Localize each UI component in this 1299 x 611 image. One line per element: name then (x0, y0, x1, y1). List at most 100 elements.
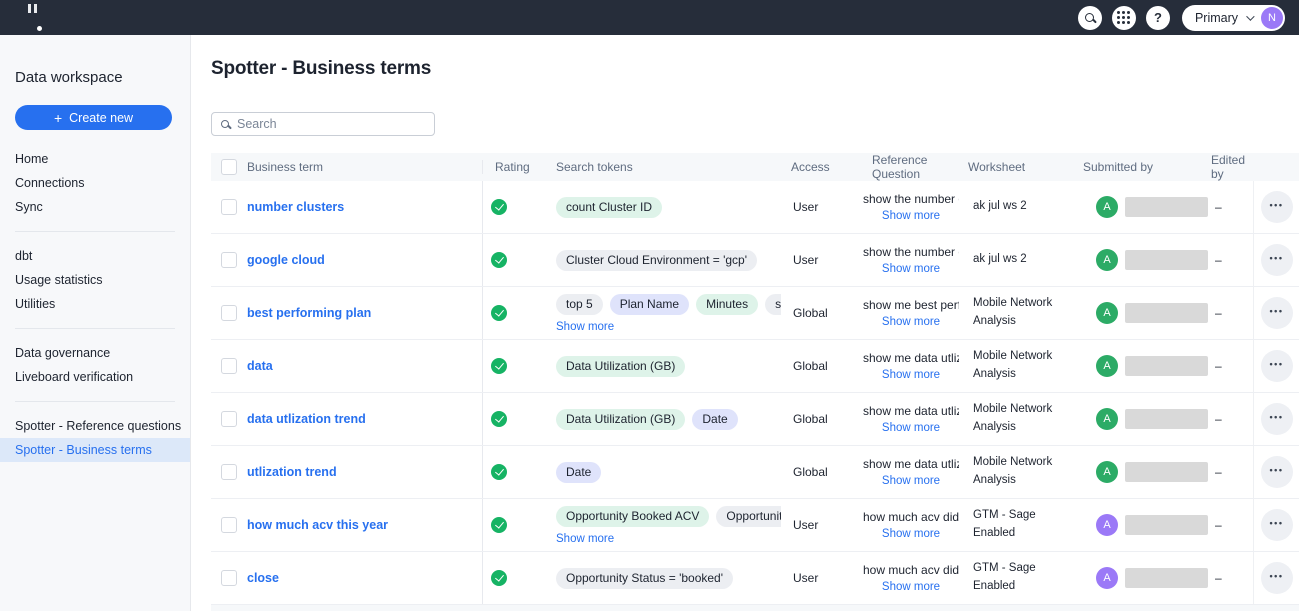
actions-cell: ••• (1253, 234, 1299, 286)
sidebar-item-connections[interactable]: Connections (0, 171, 190, 195)
row-checkbox[interactable] (221, 464, 237, 480)
business-term-link[interactable]: how much acv this year (247, 518, 388, 532)
checkbox-cell (211, 234, 247, 286)
rating-cell (483, 287, 545, 339)
business-term-link[interactable]: google cloud (247, 253, 325, 267)
redacted-name (1125, 568, 1208, 588)
sidebar-item-liveboard-verification[interactable]: Liveboard verification (0, 365, 190, 389)
sidebar: Data workspace + Create new HomeConnecti… (0, 35, 191, 611)
edited-by-cell: – (1211, 552, 1253, 604)
sidebar-item-spotter-reference-questions[interactable]: Spotter - Reference questions (0, 414, 190, 438)
row-checkbox[interactable] (221, 517, 237, 533)
reference-question-cell: show the number of cShow more (863, 181, 959, 233)
create-new-button[interactable]: + Create new (15, 105, 172, 130)
column-header-edited-by: Edited by (1211, 153, 1253, 181)
create-new-label: Create new (69, 111, 133, 125)
reference-question: show me data utlizati (863, 457, 959, 471)
business-term-link[interactable]: data (247, 359, 273, 373)
search-token-pill: Opportunity Booked ACV (556, 506, 709, 527)
sidebar-item-sync[interactable]: Sync (0, 195, 190, 219)
business-term-link[interactable]: close (247, 571, 279, 585)
sidebar-item-dbt[interactable]: dbt (0, 244, 190, 268)
checkbox-cell (211, 499, 247, 551)
edited-by-cell: – (1211, 340, 1253, 392)
reference-question-cell: show the number of c Show more (863, 234, 959, 286)
reference-show-more-link[interactable]: Show more (863, 263, 959, 275)
column-header-access: Access (781, 160, 863, 174)
sidebar-item-spotter-business-terms[interactable]: Spotter - Business terms (0, 438, 190, 462)
row-checkbox[interactable] (221, 570, 237, 586)
sidebar-item-data-governance[interactable]: Data governance (0, 341, 190, 365)
submitted-by-avatar: A (1096, 461, 1118, 483)
chevron-down-icon (1246, 12, 1254, 20)
row-actions-button[interactable]: ••• (1261, 403, 1293, 435)
checkbox-cell (211, 181, 247, 233)
tokens-show-more-link[interactable]: Show more (556, 321, 614, 333)
reference-show-more-link[interactable]: Show more (863, 369, 959, 381)
checkbox-cell (211, 393, 247, 445)
help-button[interactable]: ? (1146, 6, 1170, 30)
row-actions-button[interactable]: ••• (1261, 191, 1293, 223)
search-button[interactable] (1078, 6, 1102, 30)
sidebar-item-usage-statistics[interactable]: Usage statistics (0, 268, 190, 292)
tokens-show-more-link[interactable]: Show more (556, 533, 614, 545)
user-avatar[interactable]: N (1261, 7, 1283, 29)
row-checkbox[interactable] (221, 358, 237, 374)
reference-question-cell: show me best perforShow more (863, 287, 959, 339)
row-checkbox[interactable] (221, 305, 237, 321)
reference-show-more-link[interactable]: Show more (863, 581, 959, 593)
row-actions-button[interactable]: ••• (1261, 244, 1293, 276)
column-header-business-term: Business term (247, 160, 483, 174)
reference-show-more-link[interactable]: Show more (863, 316, 959, 328)
verified-icon (491, 358, 507, 374)
verified-icon (491, 517, 507, 533)
reference-question: show the number of c (863, 245, 959, 259)
sidebar-item-utilities[interactable]: Utilities (0, 292, 190, 316)
row-actions-button[interactable]: ••• (1261, 456, 1293, 488)
reference-question-cell: show me data utlizati Show more (863, 446, 959, 498)
thoughtspot-logo[interactable] (16, 4, 48, 32)
verified-icon (491, 411, 507, 427)
access-cell: Global (781, 287, 863, 339)
search-tokens-cell: count Cluster ID (545, 181, 781, 233)
row-checkbox[interactable] (221, 199, 237, 215)
search-token-pill: Opportunity C (716, 506, 781, 527)
checkbox-cell (211, 340, 247, 392)
row-checkbox[interactable] (221, 411, 237, 427)
search-token-pill: sort b (765, 294, 781, 315)
search-token-pill: count Cluster ID (556, 197, 662, 218)
business-term-link[interactable]: utlization trend (247, 465, 337, 479)
token-pill-row: Data Utilization (GB)Date (556, 409, 738, 430)
business-term-link[interactable]: number clusters (247, 200, 344, 214)
actions-cell: ••• (1253, 181, 1299, 233)
business-term-link[interactable]: data utlization trend (247, 412, 366, 426)
reference-show-more-link[interactable]: Show more (863, 422, 959, 434)
select-all-checkbox[interactable] (221, 159, 237, 175)
table-row: closeOpportunity Status = 'booked'Userho… (211, 552, 1299, 605)
sidebar-divider (15, 401, 175, 402)
business-term-cell: close (247, 552, 483, 604)
search-token-pill: Plan Name (610, 294, 689, 315)
row-actions-button[interactable]: ••• (1261, 509, 1293, 541)
org-switcher[interactable]: Primary N (1182, 5, 1285, 31)
submitted-by-cell: A (1074, 181, 1211, 233)
business-term-link[interactable]: best performing plan (247, 306, 371, 320)
reference-question: how much acv did w (863, 510, 959, 524)
actions-cell: ••• (1253, 340, 1299, 392)
apps-button[interactable] (1112, 6, 1136, 30)
search-input[interactable] (237, 117, 425, 131)
search-tokens-cell: Opportunity Status = 'booked' (545, 552, 781, 604)
row-actions-button[interactable]: ••• (1261, 350, 1293, 382)
sidebar-title: Data workspace (15, 69, 190, 86)
submitted-by-avatar: A (1096, 302, 1118, 324)
reference-show-more-link[interactable]: Show more (863, 475, 959, 487)
search-token-pill: Date (556, 462, 601, 483)
search-tokens-cell: top 5Plan NameMinutessort bShow more (545, 287, 781, 339)
apps-grid-icon (1117, 11, 1130, 24)
row-actions-button[interactable]: ••• (1261, 562, 1293, 594)
reference-show-more-link[interactable]: Show more (863, 528, 959, 540)
row-actions-button[interactable]: ••• (1261, 297, 1293, 329)
row-checkbox[interactable] (221, 252, 237, 268)
reference-show-more-link[interactable]: Show more (863, 210, 959, 222)
sidebar-item-home[interactable]: Home (0, 147, 190, 171)
